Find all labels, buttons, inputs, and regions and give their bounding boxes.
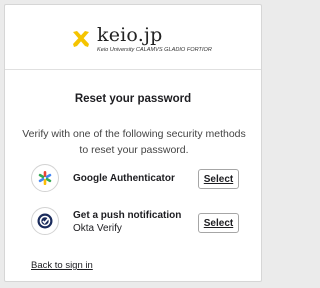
card-header: keio.jp Keio University CALAMVS GLADIO F… bbox=[5, 5, 261, 70]
page-description: Verify with one of the following securit… bbox=[22, 128, 246, 156]
logo-subtitle: Keio University CALAMVS GLADIO FORTIOR bbox=[97, 47, 212, 53]
factor-name: Get a push notification bbox=[73, 210, 182, 221]
factor-text: Google Authenticator bbox=[73, 166, 191, 185]
crossed-pens-icon bbox=[73, 31, 89, 47]
okta-verify-icon bbox=[31, 207, 59, 235]
page-title: Reset your password bbox=[74, 93, 192, 105]
google-authenticator-icon bbox=[31, 164, 59, 192]
select-google-authenticator-button[interactable]: Select bbox=[198, 169, 239, 189]
factor-subtitle: Okta Verify bbox=[73, 223, 122, 234]
factor-name: Google Authenticator bbox=[73, 173, 175, 184]
logo-text: keio.jp bbox=[97, 24, 163, 46]
factor-text: Get a push notification Okta Verify bbox=[73, 209, 191, 235]
reset-password-card: keio.jp Keio University CALAMVS GLADIO F… bbox=[4, 4, 262, 282]
back-to-sign-in-link[interactable]: Back to sign in bbox=[31, 260, 93, 271]
select-okta-verify-button[interactable]: Select bbox=[198, 213, 239, 233]
factor-okta-verify: Get a push notification Okta Verify Sele… bbox=[31, 207, 243, 237]
factor-google-authenticator: Google Authenticator Select bbox=[31, 164, 243, 194]
